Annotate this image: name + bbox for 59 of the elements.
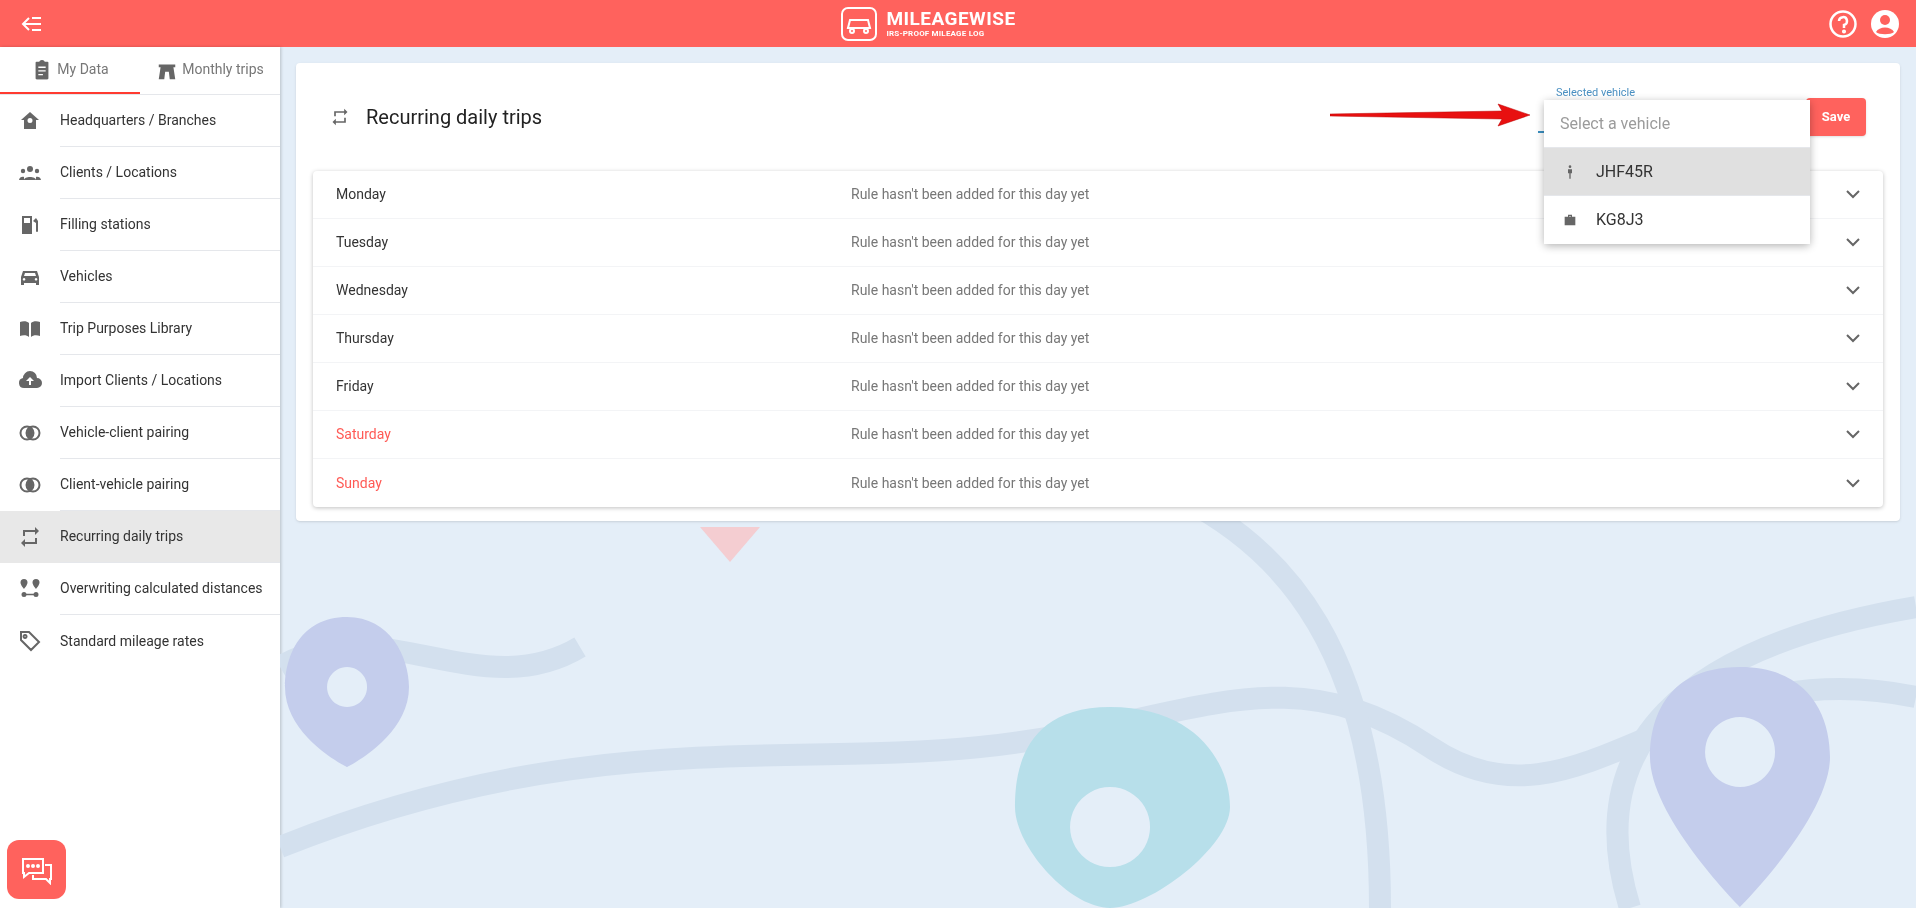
car-logo-icon [840,5,879,42]
day-name: Tuesday [336,233,390,252]
sidebar-item[interactable]: Recurring daily trips [0,511,280,563]
day-status: Rule hasn't been added for this day yet [851,329,1091,348]
help-icon [1828,8,1858,39]
sidebar-item[interactable]: Filling stations [0,199,280,251]
day-status: Rule hasn't been added for this day yet [851,233,1091,252]
day-row[interactable]: Wednesday Rule hasn't been added for this day yet [313,267,1883,315]
sidebar-item[interactable]: Vehicles [0,251,280,303]
page-title: Recurring daily trips [366,104,543,131]
vehicle-search-field[interactable]: Select a vehicle [1544,100,1810,148]
tag-icon [18,629,42,653]
day-status: Rule hasn't been added for this day yet [851,281,1091,300]
vehicle-option[interactable]: KG8J3 [1544,196,1810,244]
collapse-menu-icon [21,15,43,32]
day-row[interactable]: Thursday Rule hasn't been added for this day yet [313,315,1883,363]
chevron-down-icon [1846,238,1860,247]
day-status: Rule hasn't been added for this day yet [851,425,1091,444]
day-name: Wednesday [336,281,409,300]
day-status: Rule hasn't been added for this day yet [851,377,1091,396]
briefcase-icon [1562,212,1578,228]
chevron-down-icon [1846,286,1860,295]
map-pin-icon [1650,667,1830,907]
sidebar-tab[interactable]: Monthly trips [140,47,280,94]
sidebar-item[interactable]: Client-vehicle pairing [0,459,280,511]
field-label: Selected vehicle [1556,87,1636,98]
chevron-down-icon [1846,190,1860,199]
logo-title: MILEAGEWISE [886,9,1016,28]
logo-subtitle: IRS-PROOF MILEAGE LOG [886,30,986,38]
chat-button[interactable] [7,840,66,899]
day-name: Sunday [336,473,383,493]
account-button[interactable] [1870,8,1900,39]
help-button[interactable] [1828,8,1858,39]
repeat-icon [330,107,350,127]
day-status: Rule hasn't been added for this day yet [851,185,1091,204]
sidebar-item[interactable]: Clients / Locations [0,147,280,199]
day-name: Saturday [336,425,392,444]
day-status: Rule hasn't been added for this day yet [851,473,1091,493]
day-row[interactable]: Friday Rule hasn't been added for this day yet [313,363,1883,411]
sidebar-item[interactable]: Headquarters / Branches [0,95,280,147]
sidebar-item[interactable]: Standard mileage rates [0,615,280,667]
sidebar-item[interactable]: Import Clients / Locations [0,355,280,407]
map-pin-icon [285,617,409,767]
vehicle-option[interactable]: JHF45R [1544,148,1810,196]
chevron-down-icon [1846,430,1860,439]
map-pin-tip-icon [700,527,760,562]
day-row[interactable]: Sunday Rule hasn't been added for this day yet [313,459,1883,507]
chevron-down-icon [1846,334,1860,343]
day-name: Thursday [336,329,395,348]
sidebar-item[interactable]: Trip Purposes Library [0,303,280,355]
day-name: Friday [336,377,375,396]
day-name: Monday [336,185,387,204]
user-icon [1870,8,1900,39]
day-row[interactable]: Saturday Rule hasn't been added for this day yet [313,411,1883,459]
sidebar-item[interactable]: Overwriting calculated distances [0,563,280,615]
sidebar-item[interactable]: Vehicle-client pairing [0,407,280,459]
map-pin-icon [1015,707,1230,908]
chevron-down-icon [1846,478,1860,488]
chevron-down-icon [1846,382,1860,391]
